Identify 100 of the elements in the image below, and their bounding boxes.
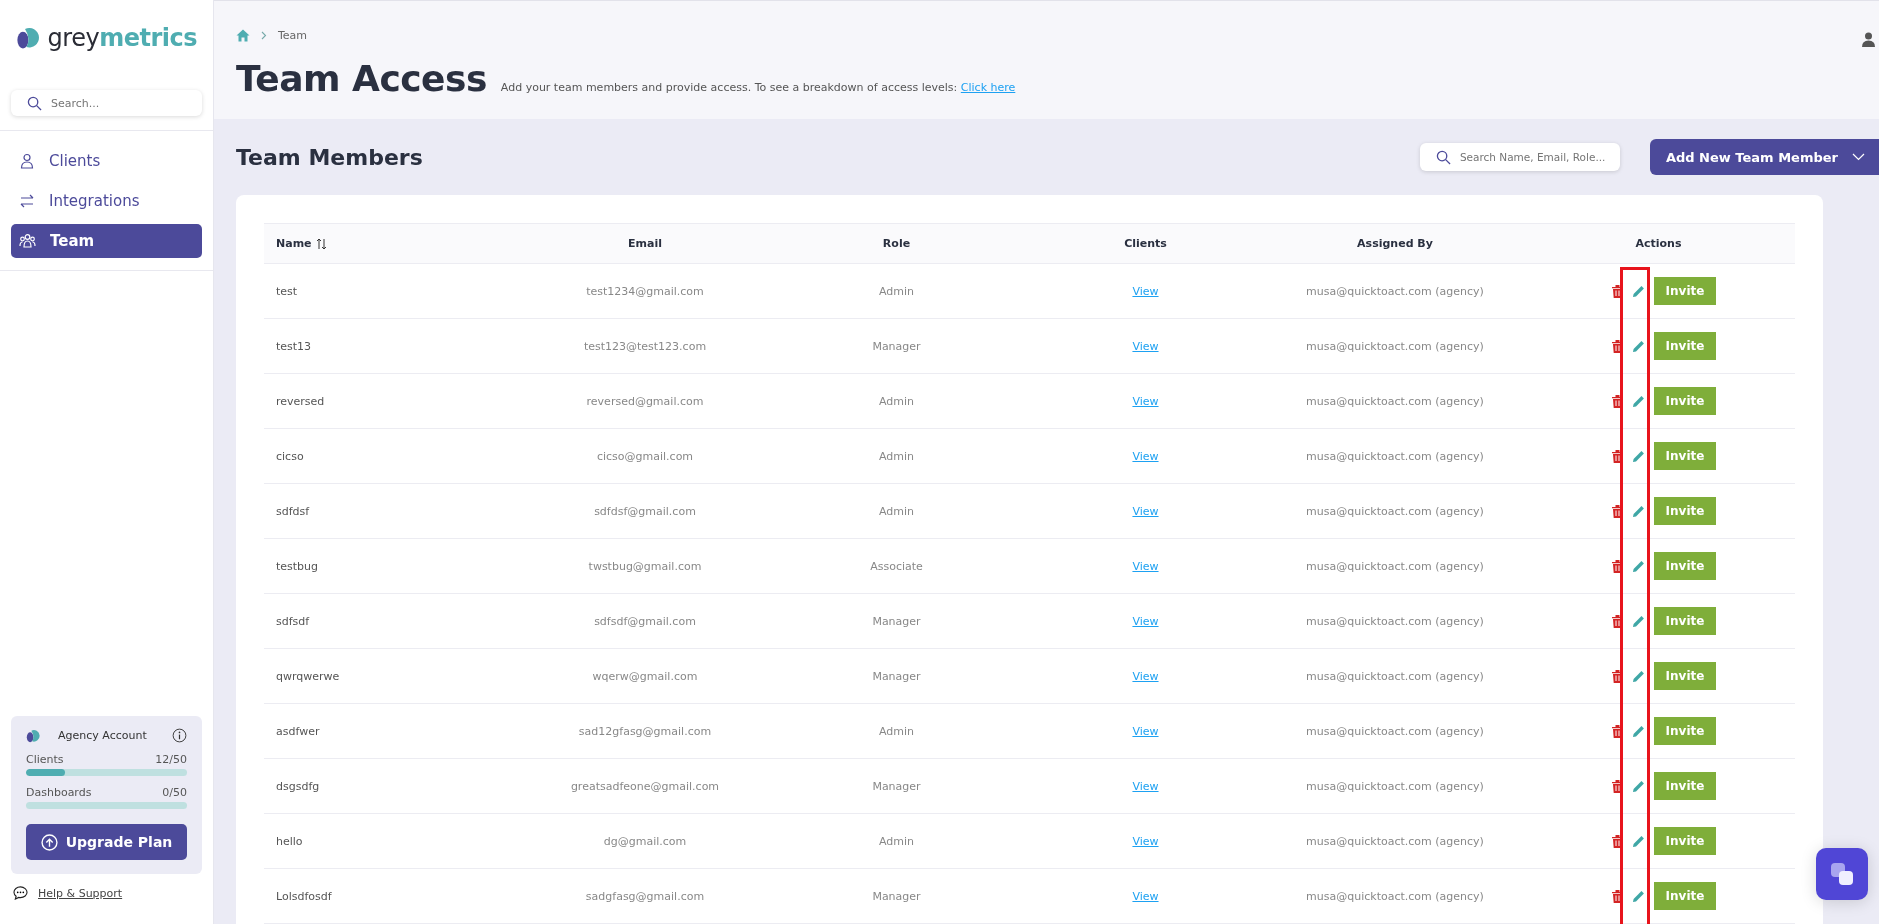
search-field[interactable]: Search Name, Email, Role... [1419, 143, 1620, 171]
search-icon [1435, 150, 1451, 165]
view-link[interactable]: View [1132, 339, 1159, 353]
meter-label: Clients [26, 753, 64, 766]
trash-icon[interactable] [1612, 834, 1623, 848]
table-cell: test123@test123.com [583, 339, 707, 353]
pencil-icon[interactable] [1632, 724, 1645, 738]
table-cell: greatsadfeone@gmail.com [570, 779, 720, 793]
sort-icon[interactable] [315, 237, 327, 250]
view-link[interactable]: View [1132, 284, 1159, 298]
page-description: Add your team members and provide access. To see a breakdown of access levels: Click here [500, 81, 1016, 94]
invite-button[interactable]: Invite [1654, 442, 1716, 470]
table-cell: Admin [878, 504, 915, 518]
invite-button[interactable]: Invite [1654, 277, 1716, 305]
invite-button[interactable]: Invite [1654, 497, 1716, 525]
info-icon[interactable] [172, 728, 187, 743]
pencil-icon[interactable] [1632, 889, 1645, 903]
table-cell: test1234@gmail.com [586, 284, 704, 298]
upload-icon [40, 833, 58, 851]
view-link[interactable]: View [1132, 394, 1159, 408]
table-cell: Manager [872, 614, 921, 628]
view-link[interactable]: View [1132, 669, 1159, 683]
nav-item[interactable]: Integrations [11, 184, 202, 218]
table-cell: musa@quicktoact.com (agency) [1306, 614, 1484, 628]
invite-button[interactable]: Invite [1654, 882, 1716, 910]
pencil-icon[interactable] [1632, 394, 1645, 408]
pencil-icon[interactable] [1632, 779, 1645, 793]
table-cell: reversed@gmail.com [586, 394, 704, 408]
table-cell: Admin [878, 284, 915, 298]
click-here-link[interactable]: Click here [960, 81, 1016, 94]
nav-item[interactable]: Team [11, 224, 202, 258]
table-cell: musa@quicktoact.com (agency) [1306, 889, 1484, 903]
trash-icon[interactable] [1612, 284, 1623, 298]
view-link[interactable]: View [1132, 834, 1159, 848]
breadcrumb-item[interactable]: Team [278, 29, 308, 42]
invite-button[interactable]: Invite [1654, 332, 1716, 360]
invite-button[interactable]: Invite [1654, 772, 1716, 800]
table-cell: Admin [878, 834, 915, 848]
trash-icon[interactable] [1612, 559, 1623, 573]
nav-item[interactable]: Clients [11, 144, 202, 178]
table-cell: sdfdsf [276, 504, 310, 518]
pencil-icon[interactable] [1632, 614, 1645, 628]
table-cell: musa@quicktoact.com (agency) [1306, 284, 1484, 298]
add-member-button[interactable]: Add New Team Member [1649, 139, 1879, 175]
view-link[interactable]: View [1132, 779, 1159, 793]
invite-button[interactable]: Invite [1654, 662, 1716, 690]
table-cell: Manager [872, 779, 921, 793]
table-cell: Admin [878, 724, 915, 738]
trash-icon[interactable] [1612, 889, 1623, 903]
table-cell: sdfdsf@gmail.com [594, 504, 696, 518]
user-icon[interactable] [1862, 32, 1875, 47]
view-link[interactable]: View [1132, 449, 1159, 463]
invite-button[interactable]: Invite [1654, 827, 1716, 855]
table-cell: sdfsdf [276, 614, 310, 628]
table-cell: Associate [870, 559, 923, 573]
pencil-icon[interactable] [1632, 449, 1645, 463]
pencil-icon[interactable] [1632, 339, 1645, 353]
trash-icon[interactable] [1612, 669, 1623, 683]
pencil-icon[interactable] [1632, 559, 1645, 573]
view-link[interactable]: View [1132, 889, 1159, 903]
table-cell: dsgsdfg [276, 779, 320, 793]
invite-button[interactable]: Invite [1654, 717, 1716, 745]
invite-button[interactable]: Invite [1654, 387, 1716, 415]
trash-icon[interactable] [1612, 339, 1623, 353]
table-cell: cicso [276, 449, 304, 463]
trash-icon[interactable] [1612, 504, 1623, 518]
view-link[interactable]: View [1132, 504, 1159, 518]
view-link[interactable]: View [1132, 559, 1159, 573]
column-header: Email [628, 237, 662, 250]
column-header: Assigned By [1357, 237, 1433, 250]
table-cell: Manager [872, 339, 921, 353]
table-cell: sad12gfasg@gmail.com [578, 724, 712, 738]
trash-icon[interactable] [1612, 449, 1623, 463]
trash-icon[interactable] [1612, 394, 1623, 408]
trash-icon[interactable] [1612, 724, 1623, 738]
trash-icon[interactable] [1612, 614, 1623, 628]
trash-icon[interactable] [1612, 779, 1623, 793]
table-cell: dg@gmail.com [603, 834, 687, 848]
logo-icon [26, 728, 40, 743]
upgrade-button[interactable]: Upgrade Plan [26, 824, 187, 860]
pencil-icon[interactable] [1632, 669, 1645, 683]
page-title: Team Access [236, 58, 487, 99]
chat-squares-icon [1829, 861, 1855, 887]
pencil-icon[interactable] [1632, 834, 1645, 848]
column-header[interactable]: Name [276, 237, 312, 250]
table-cell: Manager [872, 669, 921, 683]
chat-bubble-icon [13, 886, 28, 900]
logo-text: greymetrics [47, 24, 197, 52]
invite-button[interactable]: Invite [1654, 607, 1716, 635]
pencil-icon[interactable] [1632, 504, 1645, 518]
view-link[interactable]: View [1132, 614, 1159, 628]
meter-reading: 12/50 [155, 753, 187, 766]
meter-label: Dashboards [26, 786, 92, 799]
help-link[interactable]: Help & Support [38, 886, 123, 900]
invite-button[interactable]: Invite [1654, 552, 1716, 580]
pencil-icon[interactable] [1632, 284, 1645, 298]
chat-button[interactable] [1816, 848, 1868, 900]
view-link[interactable]: View [1132, 724, 1159, 738]
search-icon [27, 96, 42, 111]
search-field[interactable]: Search... [11, 90, 202, 116]
